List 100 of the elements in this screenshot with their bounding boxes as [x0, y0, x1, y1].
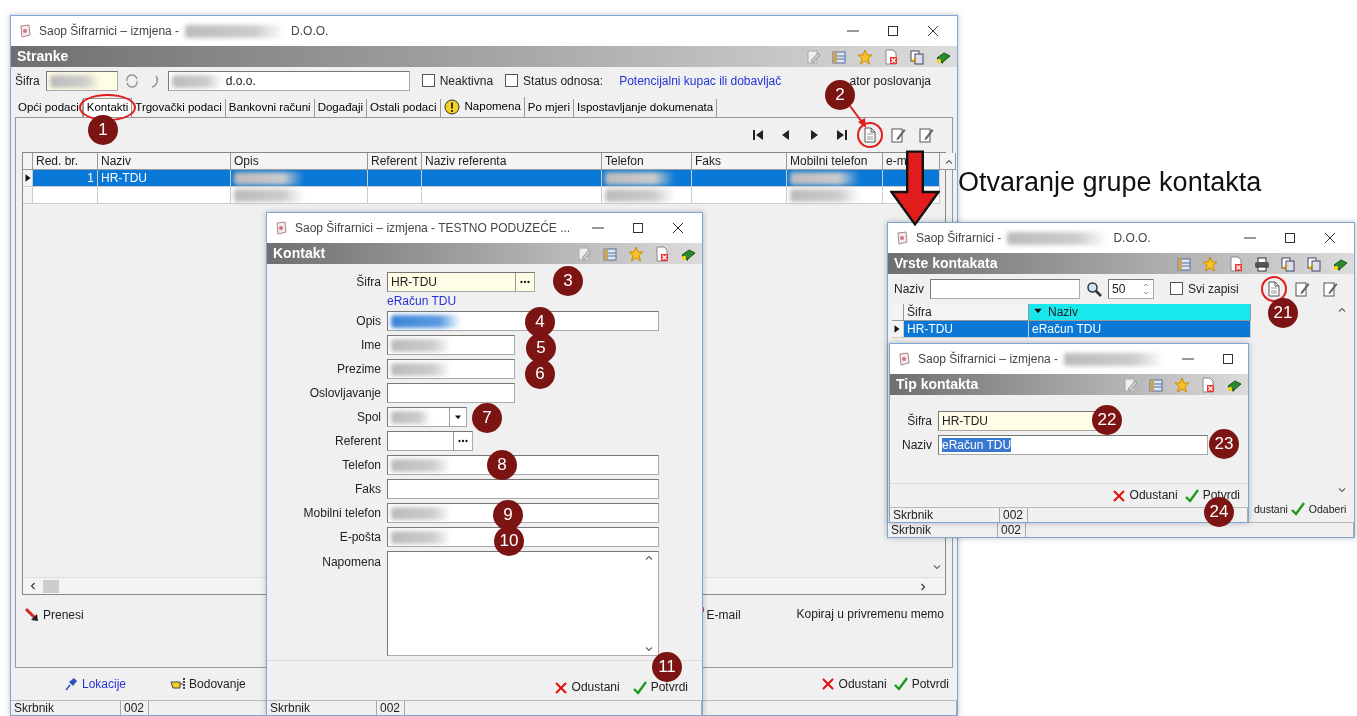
tab[interactable]: Opći podaci	[15, 99, 83, 117]
field-label: Oslovljavanje	[308, 386, 382, 401]
text-field[interactable]	[387, 527, 659, 548]
document-icon[interactable]	[862, 127, 878, 143]
number-spinner[interactable]: 50	[1108, 279, 1154, 299]
window-title: Saop Šifrarnici – izmjena - TESTNO PODUZEĆE ...	[295, 220, 571, 236]
edit-icon[interactable]	[1294, 281, 1310, 297]
column-header[interactable]: Naziv	[98, 153, 231, 170]
app-icon	[273, 220, 289, 236]
refresh-icon[interactable]	[123, 73, 140, 89]
delete-icon[interactable]	[1228, 255, 1244, 272]
delete-icon[interactable]	[1200, 376, 1216, 393]
name-field[interactable]: d.o.o.	[167, 71, 410, 91]
maximize-icon	[885, 23, 901, 39]
column-header[interactable]: Šifra	[904, 304, 1029, 321]
cancel-button[interactable]: Odustani	[817, 676, 889, 692]
action-button[interactable]: Prenesi	[22, 607, 86, 623]
tab[interactable]: Po mjeri	[524, 99, 574, 117]
action-button[interactable]: Kopiraj u privremenu memo	[794, 607, 946, 622]
column-header[interactable]: Mobilni telefon	[787, 153, 883, 170]
column-header[interactable]: Naziv referenta	[422, 153, 602, 170]
text-field[interactable]	[387, 359, 515, 380]
text-field[interactable]	[387, 503, 659, 524]
row-header[interactable]	[892, 321, 904, 338]
table-cell: eRačun TDU	[1029, 321, 1251, 338]
copy-icon[interactable]	[909, 48, 925, 65]
search-field[interactable]	[930, 279, 1080, 299]
confirm-button[interactable]: Potvrdi	[890, 676, 951, 692]
text-field[interactable]	[387, 455, 659, 476]
column-header[interactable]: Faks	[692, 153, 787, 170]
cancel-button[interactable]: Odustani	[1108, 487, 1180, 504]
scroll-button[interactable]	[940, 153, 956, 170]
tab[interactable]: Ostali podaci	[367, 99, 441, 117]
app-icon	[894, 230, 910, 246]
text-field[interactable]: HR-TDU	[938, 411, 1098, 431]
link-button[interactable]: Bodovanje	[168, 676, 248, 692]
cancel-button[interactable]: Odustani	[550, 679, 622, 696]
text-button[interactable]: dustani	[1254, 502, 1288, 516]
blurred-redaction	[234, 188, 304, 202]
printer-icon[interactable]	[1254, 255, 1270, 272]
skip-start-icon[interactable]	[750, 127, 766, 143]
text-field[interactable]	[387, 431, 473, 452]
edit-icon[interactable]	[890, 127, 906, 143]
search-icon[interactable]	[1086, 281, 1102, 297]
check-icon	[1183, 487, 1200, 504]
delete-icon[interactable]	[654, 245, 670, 262]
pin-icon	[63, 676, 79, 692]
table-icon[interactable]	[1148, 376, 1164, 393]
column-header[interactable]: Naziv	[1029, 304, 1251, 321]
chevron-up-icon	[1142, 281, 1150, 289]
table-icon[interactable]	[831, 48, 847, 65]
text-field[interactable]	[387, 311, 659, 332]
checkbox[interactable]	[421, 74, 435, 88]
edit-icon[interactable]	[805, 48, 821, 65]
column-header[interactable]: Opis	[231, 153, 368, 170]
blurred-redaction	[391, 314, 461, 328]
tab[interactable]: Događaji	[314, 99, 368, 117]
text-field[interactable]: eRačun TDU	[938, 435, 1208, 455]
star-icon[interactable]	[857, 48, 873, 65]
code-field[interactable]	[45, 71, 118, 91]
confirm-button[interactable]: Odaberi	[1289, 501, 1347, 517]
star-icon[interactable]	[1202, 255, 1218, 272]
tab[interactable]: Trgovački podaci	[132, 99, 226, 117]
text-field[interactable]: HR-TDU	[387, 272, 535, 292]
tab[interactable]: Napomena	[440, 97, 525, 117]
checkbox[interactable]	[505, 74, 519, 88]
tab[interactable]: Bankovni računi	[225, 99, 315, 117]
star-icon[interactable]	[628, 245, 644, 262]
row-header[interactable]	[23, 170, 33, 187]
checkbox[interactable]	[1170, 282, 1183, 296]
dropdown-field[interactable]	[387, 407, 467, 428]
copy-icon[interactable]	[1306, 255, 1322, 272]
confirm-button[interactable]: Potvrdi	[629, 679, 690, 696]
close-icon	[925, 23, 941, 39]
blurred-redaction	[391, 530, 451, 544]
table-icon[interactable]	[1176, 255, 1192, 272]
star-icon[interactable]	[1174, 376, 1190, 393]
delete-icon[interactable]	[883, 48, 899, 65]
copy-icon[interactable]	[1280, 255, 1296, 272]
edit-icon[interactable]	[1322, 281, 1338, 297]
scrollbar-thumb[interactable]	[43, 579, 59, 593]
skip-end-icon[interactable]	[834, 127, 850, 143]
app-icon	[896, 351, 912, 367]
tab[interactable]: Kontakti	[82, 98, 133, 117]
column-header[interactable]: Telefon	[602, 153, 692, 170]
text-field[interactable]	[387, 383, 515, 404]
edit-icon[interactable]	[576, 245, 592, 262]
column-header[interactable]: Red. br.	[33, 153, 98, 170]
maximize-icon	[1282, 230, 1298, 246]
table-icon[interactable]	[602, 245, 618, 262]
tab[interactable]: Ispostavljanje dokumenata	[574, 99, 718, 117]
edit-icon[interactable]	[918, 127, 934, 143]
link-button[interactable]: Lokacije	[61, 676, 129, 692]
text-field[interactable]	[387, 335, 515, 356]
status-link[interactable]: Potencijalni kupac ili dobavljač	[619, 73, 782, 89]
text-field[interactable]	[387, 479, 659, 500]
column-header[interactable]: Referent	[368, 153, 422, 170]
document-icon[interactable]	[1266, 281, 1282, 297]
edit-icon[interactable]	[1122, 376, 1138, 393]
arrow-icon	[24, 607, 40, 623]
